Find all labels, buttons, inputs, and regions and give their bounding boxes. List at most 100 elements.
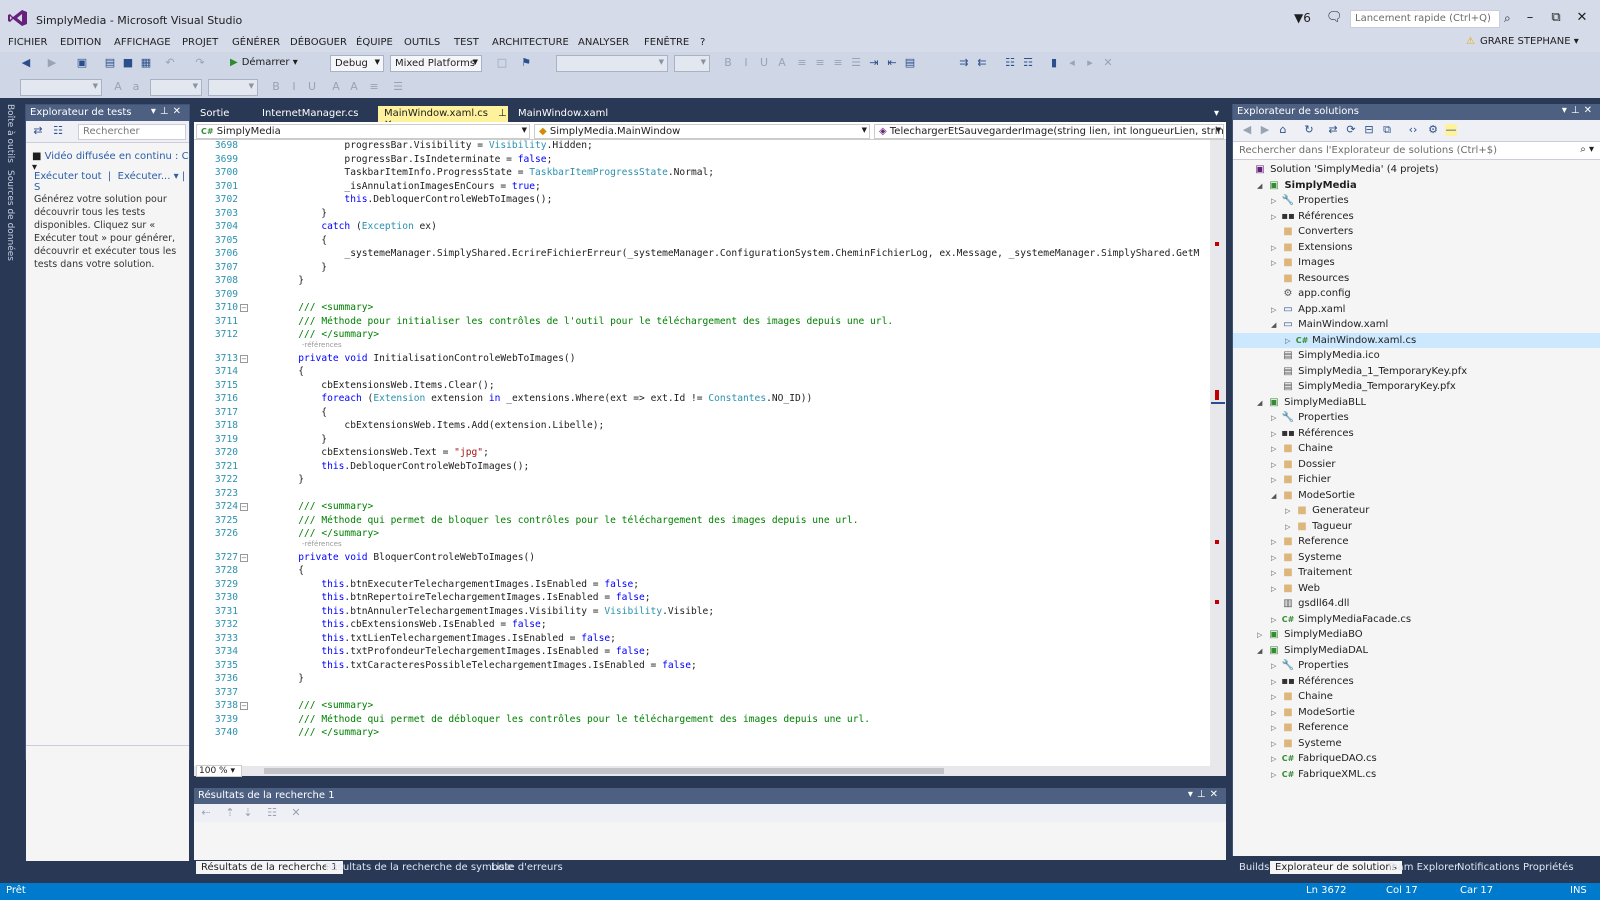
- open-file-icon[interactable]: ▤: [104, 57, 116, 69]
- code-line[interactable]: 3714 {: [194, 366, 1210, 380]
- minimize-button[interactable]: –: [1520, 10, 1540, 25]
- code-line[interactable]: 3702 this.DebloquerControleWebToImages()…: [194, 194, 1210, 208]
- back-icon[interactable]: ◀: [1241, 124, 1253, 136]
- menu-test[interactable]: TEST: [454, 37, 479, 48]
- collapse-all-icon[interactable]: ⊟: [1363, 124, 1375, 136]
- menu-help[interactable]: ?: [700, 37, 705, 48]
- bookmark-icon[interactable]: ▮: [1048, 57, 1060, 69]
- prev-bookmark-icon[interactable]: ◂: [1066, 57, 1078, 69]
- tree-item[interactable]: ▷ 🔧 Properties: [1233, 410, 1600, 425]
- shrink-font-icon[interactable]: a: [130, 81, 142, 93]
- collapse-region-icon[interactable]: −: [240, 553, 248, 562]
- menu-equipe[interactable]: ÉQUIPE: [356, 37, 393, 48]
- align-left-icon[interactable]: ≡: [796, 57, 808, 69]
- tree-item[interactable]: ▷ 🔧 Properties: [1233, 193, 1600, 208]
- tree-item[interactable]: ▷ ■ Extensions: [1233, 240, 1600, 255]
- code-line[interactable]: 3709: [194, 289, 1210, 303]
- tree-item[interactable]: ▤ SimplyMedia_TemporaryKey.pfx: [1233, 379, 1600, 394]
- align-center-icon[interactable]: ≡: [814, 57, 826, 69]
- tree-item[interactable]: ◢ ▭ MainWindow.xaml: [1233, 317, 1600, 332]
- tree-item[interactable]: ◢ ▣ SimplyMedia: [1233, 178, 1600, 193]
- expand-toggle-icon[interactable]: ▷: [1271, 566, 1281, 581]
- tree-item[interactable]: ▣ Solution 'SimplyMedia' (4 projets): [1233, 162, 1600, 177]
- panel-controls[interactable]: ▾⊥✕: [1562, 105, 1596, 116]
- expand-toggle-icon[interactable]: ▷: [1257, 628, 1267, 643]
- code-line[interactable]: 3707 }: [194, 262, 1210, 276]
- code-line[interactable]: 3706 _systemeManager.SimplyShared.Ecrire…: [194, 248, 1210, 262]
- run-all-link[interactable]: Exécuter tout: [34, 171, 102, 182]
- code-line[interactable]: 3728 {: [194, 565, 1210, 579]
- member-combo[interactable]: ◈ TelechargerEtSauvegarderImage(string l…: [874, 124, 1224, 139]
- code-line[interactable]: 3724− /// <summary>: [194, 501, 1210, 515]
- italic2-icon[interactable]: I: [288, 81, 300, 93]
- code-line[interactable]: 3737: [194, 687, 1210, 701]
- menu-affichage[interactable]: AFFICHAGE: [114, 37, 171, 48]
- collapse-region-icon[interactable]: −: [240, 503, 248, 511]
- find-up-icon[interactable]: ⇡: [224, 807, 236, 819]
- run-link[interactable]: Exécuter...: [118, 171, 171, 182]
- tree-item[interactable]: ▷ ■ Dossier: [1233, 457, 1600, 472]
- platform-combo[interactable]: Mixed Platforms ▼: [390, 55, 482, 72]
- view-code-icon[interactable]: ‹›: [1407, 124, 1419, 136]
- code-line[interactable]: 3705 {: [194, 235, 1210, 249]
- start-debug-button[interactable]: ▶ Démarrer ▾: [230, 57, 298, 68]
- code-line[interactable]: 3699 progressBar.IsIndeterminate = false…: [194, 154, 1210, 168]
- expand-toggle-icon[interactable]: ▷: [1285, 504, 1295, 519]
- menu-architecture[interactable]: ARCHITECTURE: [492, 37, 569, 48]
- code-line[interactable]: 3726 /// </summary>: [194, 528, 1210, 542]
- collapse-region-icon[interactable]: −: [240, 702, 248, 710]
- size-combo[interactable]: ▼: [674, 55, 710, 72]
- code-line[interactable]: 3715 cbExtensionsWeb.Items.Clear();: [194, 380, 1210, 394]
- code-line[interactable]: 3740 /// </summary>: [194, 727, 1210, 741]
- redo-icon[interactable]: ↷: [194, 57, 206, 69]
- new-project-icon[interactable]: ▣: [76, 57, 88, 69]
- expand-toggle-icon[interactable]: ▷: [1271, 737, 1281, 752]
- code-line[interactable]: 3734 this.txtProfondeurTelechargementIma…: [194, 646, 1210, 660]
- find-combo[interactable]: ▼: [556, 55, 668, 72]
- stop-search-icon[interactable]: ✕: [290, 807, 302, 819]
- code-line[interactable]: 3730 this.btnRepertoireTelechargementIma…: [194, 592, 1210, 606]
- code-line[interactable]: 3701 _isAnnulationImagesEnCours = true;: [194, 181, 1210, 195]
- class-combo[interactable]: ◆ SimplyMedia.MainWindow ▼: [534, 124, 870, 139]
- attach-icon[interactable]: □: [496, 57, 508, 69]
- expand-toggle-icon[interactable]: ▷: [1271, 473, 1281, 488]
- italic-icon[interactable]: I: [740, 57, 752, 69]
- code-line[interactable]: 3727− private void BloquerControleWebToI…: [194, 552, 1210, 566]
- data-sources-tab[interactable]: Sources de données: [5, 170, 15, 261]
- code-line[interactable]: 3708 }: [194, 275, 1210, 289]
- feedback-icon[interactable]: 🗨: [1326, 10, 1343, 25]
- code-line[interactable]: 3700 TaskbarItemInfo.ProgressState = Tas…: [194, 167, 1210, 181]
- expand-toggle-icon[interactable]: ▷: [1271, 411, 1281, 426]
- indent-block-icon[interactable]: ⇉: [958, 57, 970, 69]
- tree-item[interactable]: ▷ C# FabriqueDAO.cs: [1233, 751, 1600, 766]
- code-line[interactable]: 3735 this.txtCaracteresPossibleTelecharg…: [194, 660, 1210, 674]
- list-icon[interactable]: ☰: [392, 81, 404, 93]
- indent-icon[interactable]: ⇥: [868, 57, 880, 69]
- bold-icon[interactable]: B: [722, 57, 734, 69]
- tree-item[interactable]: ▷ ■ Reference: [1233, 720, 1600, 735]
- code-line[interactable]: 3739 /// Méthode qui permet de débloquer…: [194, 714, 1210, 728]
- save-icon[interactable]: ■: [122, 57, 134, 69]
- toolbox-tab[interactable]: Boîte à outils: [5, 104, 15, 163]
- tree-item[interactable]: ▷ ▪▪ Références: [1233, 674, 1600, 689]
- tree-item[interactable]: ■ Resources: [1233, 271, 1600, 286]
- refresh-icon[interactable]: ⟳: [1345, 124, 1357, 136]
- tree-item[interactable]: ▷ ■ Generateur: [1233, 503, 1600, 518]
- tab-internetmanager[interactable]: InternetManager.cs: [256, 106, 365, 122]
- font-color-icon[interactable]: A: [776, 57, 788, 69]
- outdent-icon[interactable]: ⇤: [886, 57, 898, 69]
- code-editor[interactable]: 3698 progressBar.Visibility = Visibility…: [194, 140, 1210, 766]
- tree-item[interactable]: ◢ ▣ SimplyMediaBLL: [1233, 395, 1600, 410]
- tab-mainwindow-xaml-cs[interactable]: MainWindow.xaml.cs⊥ ✕: [378, 106, 508, 130]
- code-line[interactable]: 3716 foreach (Extension extension in _ex…: [194, 393, 1210, 407]
- find-down-icon[interactable]: ⇣: [242, 807, 254, 819]
- tree-item[interactable]: ▷ 🔧 Properties: [1233, 658, 1600, 673]
- project-combo[interactable]: C# SimplyMedia ▼: [196, 124, 530, 139]
- font-name-combo[interactable]: ▼: [20, 79, 102, 96]
- expand-toggle-icon[interactable]: ▷: [1271, 256, 1281, 271]
- filter-icon[interactable]: ☷: [52, 125, 64, 137]
- underline-icon[interactable]: U: [758, 57, 770, 69]
- outdent-block-icon[interactable]: ⇇: [976, 57, 988, 69]
- menu-fenetre[interactable]: FENÊTRE: [644, 37, 689, 48]
- tree-item[interactable]: ▷ ■ Systeme: [1233, 736, 1600, 751]
